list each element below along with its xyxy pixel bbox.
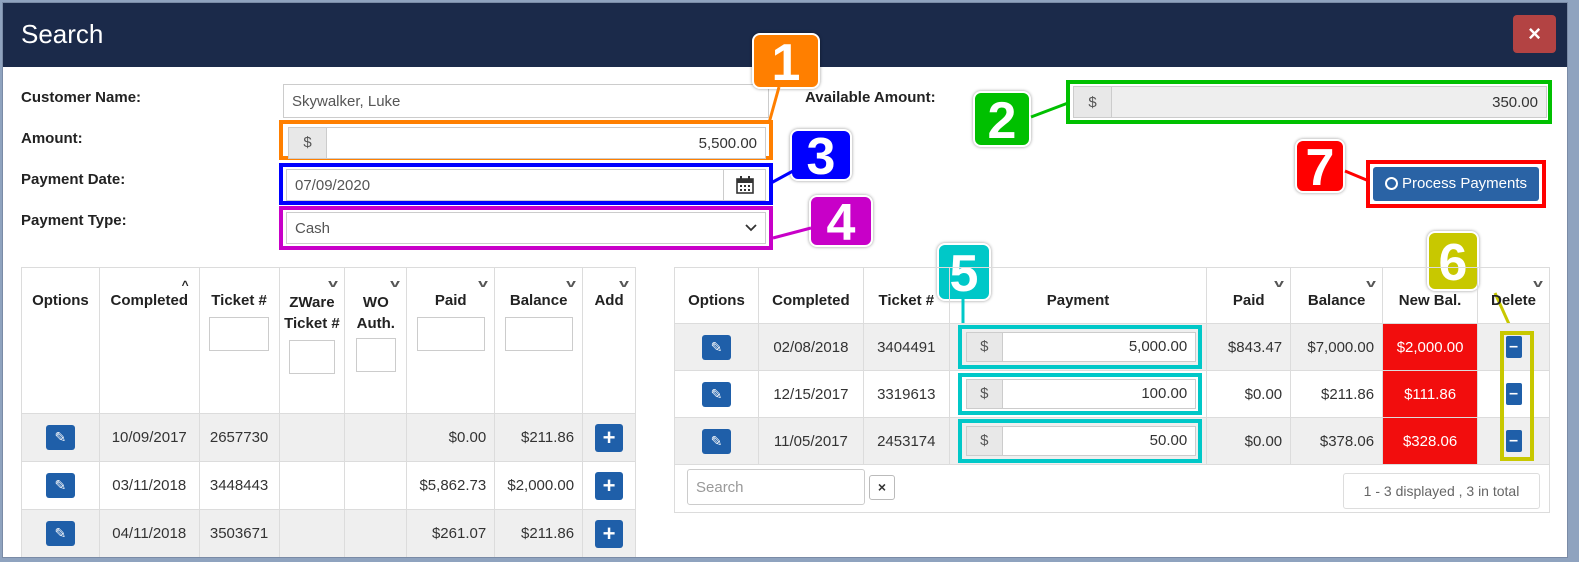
search-modal: Search × Customer Name: Amount: Payment … bbox=[2, 2, 1568, 558]
add-button[interactable]: + bbox=[595, 471, 624, 500]
chevron-down-icon: v bbox=[1533, 278, 1543, 290]
chevron-down-icon: v bbox=[478, 278, 489, 290]
chevron-down-icon: v bbox=[328, 278, 339, 290]
add-button[interactable]: + bbox=[595, 519, 624, 548]
edit-button[interactable]: ✎ bbox=[45, 521, 75, 546]
clear-search-button[interactable]: × bbox=[869, 475, 895, 500]
table-row: ✎ 03/11/2018 3448443 $5,862.73 $2,000.00… bbox=[21, 461, 636, 510]
col-paid[interactable]: v Paid bbox=[406, 267, 496, 414]
edit-button[interactable]: ✎ bbox=[701, 428, 731, 454]
new-balance-cell: $328.06 bbox=[1382, 417, 1479, 465]
col-ticket: Ticket # bbox=[862, 267, 950, 324]
ticket-cell: 2657730 bbox=[198, 413, 280, 462]
balance-cell: $211.86 bbox=[1290, 370, 1384, 418]
edit-button[interactable]: ✎ bbox=[701, 381, 731, 407]
chevron-down-icon: v bbox=[1366, 278, 1376, 290]
ticket-search-table: Options ^ Completed Ticket # v ZWare Ticke… bbox=[21, 267, 636, 557]
sort-up-icon: ^ bbox=[181, 278, 189, 292]
search-placeholder: Search bbox=[696, 479, 744, 496]
col-paid[interactable]: v Paid bbox=[1206, 267, 1292, 324]
col-balance[interactable]: v Balance bbox=[494, 267, 584, 414]
col-completed[interactable]: ^ Completed bbox=[98, 267, 200, 414]
completed-cell: 02/08/2018 bbox=[757, 323, 864, 371]
ticket-cell: 3448443 bbox=[198, 461, 280, 510]
edit-button[interactable]: ✎ bbox=[701, 334, 731, 360]
pager-status: 1 - 3 displayed , 3 in total bbox=[1343, 473, 1540, 509]
col-ticket: Ticket # bbox=[198, 267, 280, 414]
zware-filter-input[interactable] bbox=[288, 340, 335, 374]
edit-button[interactable]: ✎ bbox=[45, 473, 75, 498]
col-new-balance: New Bal. bbox=[1382, 267, 1479, 324]
wo-filter-input[interactable] bbox=[355, 338, 396, 372]
col-options: Options bbox=[674, 267, 759, 324]
completed-cell: 12/15/2017 bbox=[757, 370, 864, 418]
table-row: ✎ 04/11/2018 3503671 $261.07 $211.86 + bbox=[21, 509, 636, 557]
col-options: Options bbox=[21, 267, 100, 414]
payment-highlight bbox=[958, 373, 1202, 415]
add-button[interactable]: + bbox=[595, 423, 624, 452]
edit-button[interactable]: ✎ bbox=[45, 425, 75, 450]
ticket-cell: 3319613 bbox=[862, 370, 950, 418]
completed-cell: 03/11/2018 bbox=[98, 461, 200, 510]
ticket-cell: 2453174 bbox=[862, 417, 950, 465]
new-balance-cell: $2,000.00 bbox=[1382, 323, 1479, 371]
balance-cell: $211.86 bbox=[494, 509, 584, 557]
ticket-cell: 3404491 bbox=[862, 323, 950, 371]
col-add[interactable]: v Add bbox=[582, 267, 636, 414]
completed-cell: 04/11/2018 bbox=[98, 509, 200, 557]
balance-cell: $211.86 bbox=[494, 413, 584, 462]
paid-filter-input[interactable] bbox=[416, 317, 485, 351]
balance-cell: $2,000.00 bbox=[494, 461, 584, 510]
completed-cell: 11/05/2017 bbox=[757, 417, 864, 465]
chevron-down-icon: v bbox=[566, 278, 576, 290]
table-row: ✎ 10/09/2017 2657730 $0.00 $211.86 + bbox=[21, 413, 636, 462]
col-balance[interactable]: v Balance bbox=[1290, 267, 1384, 324]
paid-cell: $843.47 bbox=[1206, 323, 1292, 371]
chevron-down-icon: v bbox=[390, 278, 401, 290]
paid-cell: $0.00 bbox=[1206, 370, 1292, 418]
paid-cell: $261.07 bbox=[406, 509, 496, 557]
payment-highlight bbox=[958, 325, 1202, 369]
paid-cell: $0.00 bbox=[406, 413, 496, 462]
balance-cell: $378.06 bbox=[1290, 417, 1384, 465]
search-input[interactable]: Search bbox=[687, 469, 865, 505]
col-payment: Payment bbox=[948, 267, 1208, 324]
delete-highlight bbox=[1500, 331, 1534, 461]
balance-cell: $7,000.00 bbox=[1290, 323, 1384, 371]
col-wo-auth[interactable]: v WO Auth. bbox=[344, 267, 408, 414]
completed-cell: 10/09/2017 bbox=[98, 413, 200, 462]
balance-filter-input[interactable] bbox=[504, 317, 573, 351]
payment-highlight bbox=[958, 419, 1202, 463]
col-delete[interactable]: v Delete bbox=[1477, 267, 1550, 324]
paid-cell: $5,862.73 bbox=[406, 461, 496, 510]
chevron-down-icon: v bbox=[1274, 278, 1284, 290]
ticket-filter-input[interactable] bbox=[209, 317, 270, 351]
col-completed: Completed bbox=[757, 267, 864, 324]
paid-cell: $0.00 bbox=[1206, 417, 1292, 465]
new-balance-cell: $111.86 bbox=[1382, 370, 1479, 418]
ticket-cell: 3503671 bbox=[198, 509, 280, 557]
chevron-down-icon: v bbox=[619, 278, 629, 290]
col-zware-ticket[interactable]: v ZWare Ticket # bbox=[278, 267, 346, 414]
